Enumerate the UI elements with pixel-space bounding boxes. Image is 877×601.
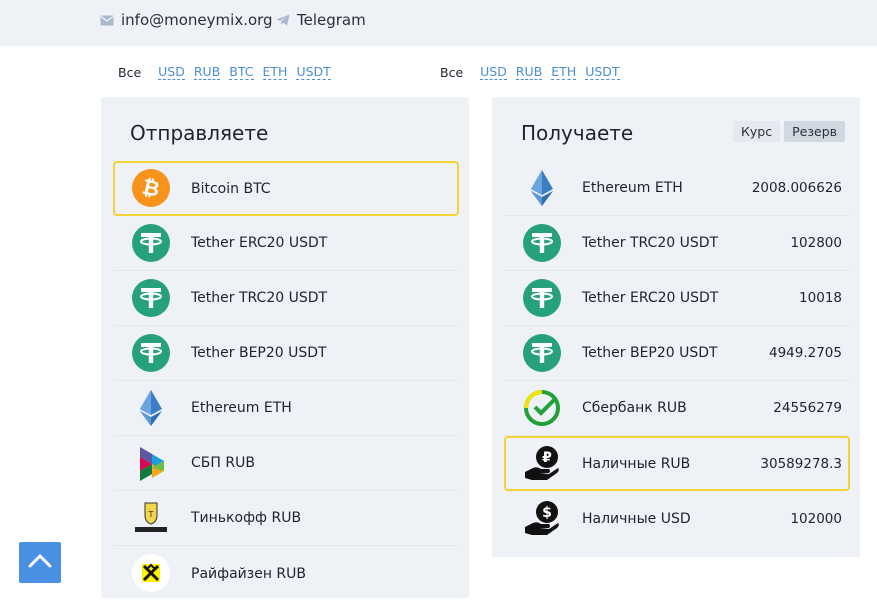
send-item-label: Tether TRC20 USDT	[191, 290, 328, 306]
bitcoin-icon: ₿	[132, 169, 170, 207]
receive-item-tether-erc20[interactable]: Tether ERC20 USDT 10018	[504, 271, 850, 326]
sbp-icon	[132, 444, 170, 482]
filter-all[interactable]: Все	[440, 65, 463, 80]
receive-item-reserve: 10018	[799, 290, 842, 306]
receive-panel-title: Получаете	[521, 121, 634, 145]
sberbank-icon	[523, 389, 561, 427]
filter-rub[interactable]: RUB	[193, 64, 221, 80]
tether-icon	[523, 224, 561, 262]
send-item-tether-erc20[interactable]: Tether ERC20 USDT	[113, 216, 459, 271]
send-item-tether-trc20[interactable]: Tether TRC20 USDT	[113, 271, 459, 326]
send-item-label: Bitcoin BTC	[191, 180, 271, 197]
svg-text:Т: Т	[148, 510, 154, 519]
filter-eth[interactable]: ETH	[551, 64, 577, 80]
mail-icon	[100, 15, 114, 26]
chevron-up-icon	[28, 553, 52, 572]
receive-currency-filter: Все USD RUB ETH USDT	[440, 64, 629, 80]
receive-item-reserve: 102000	[790, 510, 842, 527]
filter-usd[interactable]: USD	[158, 64, 185, 80]
tab-reserve[interactable]: Резерв	[784, 121, 845, 142]
receive-item-tether-trc20[interactable]: Tether TRC20 USDT 102800	[504, 216, 850, 271]
svg-text:$: $	[542, 505, 552, 521]
raiffeisen-icon	[132, 554, 170, 592]
top-bar: info@moneymix.org Telegram	[0, 0, 877, 46]
filter-usdt[interactable]: USDT	[296, 64, 331, 80]
send-item-tinkoff-rub[interactable]: Т Тинькофф RUB	[113, 491, 459, 546]
receive-item-label: Сбербанк RUB	[582, 400, 687, 416]
receive-item-label: Tether BEP20 USDT	[582, 345, 718, 361]
receive-item-reserve: 30589278.3	[760, 455, 842, 472]
receive-item-reserve: 2008.006626	[751, 180, 842, 196]
scroll-to-top-button[interactable]	[19, 542, 61, 583]
tinkoff-icon: Т	[132, 499, 170, 537]
receive-item-reserve: 24556279	[773, 400, 842, 416]
receive-item-label: Tether TRC20 USDT	[582, 235, 719, 251]
send-item-label: Тинькофф RUB	[191, 510, 302, 526]
receive-mode-tabs: Курс Резерв	[733, 121, 845, 142]
receive-item-ethereum-eth[interactable]: Ethereum ETH 2008.006626	[504, 161, 850, 216]
send-currency-filter: Все USD RUB BTC ETH USDT	[118, 64, 340, 80]
email-text: info@moneymix.org	[121, 11, 273, 29]
receive-item-reserve: 102800	[790, 235, 842, 251]
send-item-raiffeisen-rub[interactable]: Райфайзен RUB	[113, 546, 459, 601]
send-item-label: Tether BEP20 USDT	[191, 345, 327, 361]
receive-item-cash-rub[interactable]: ₽ Наличные RUB 30589278.3	[504, 436, 850, 491]
receive-item-label: Ethereum ETH	[582, 180, 683, 196]
receive-item-label: Наличные USD	[582, 510, 691, 527]
receive-item-tether-bep20[interactable]: Tether BEP20 USDT 4949.2705	[504, 326, 850, 381]
send-item-tether-bep20[interactable]: Tether BEP20 USDT	[113, 326, 459, 381]
send-panel: Отправляете ₿ Bitcoin BTC Tether ERC20 U…	[101, 97, 469, 598]
send-item-label: Ethereum ETH	[191, 400, 292, 416]
ethereum-icon	[132, 389, 170, 427]
filter-usd[interactable]: USD	[480, 64, 507, 80]
receive-item-sberbank-rub[interactable]: Сбербанк RUB 24556279	[504, 381, 850, 436]
send-item-label: Tether ERC20 USDT	[191, 235, 328, 251]
email-contact[interactable]: info@moneymix.org	[100, 11, 273, 29]
receive-panel: Получаете Курс Резерв Ethereum ETH 2008.…	[492, 97, 860, 557]
tether-icon	[132, 334, 170, 372]
filter-all[interactable]: Все	[118, 65, 141, 80]
tether-icon	[523, 279, 561, 317]
tether-icon	[132, 224, 170, 262]
svg-text:₽: ₽	[542, 450, 552, 466]
filter-usdt[interactable]: USDT	[585, 64, 620, 80]
send-panel-title: Отправляете	[130, 121, 269, 145]
cash-usd-icon: $	[523, 499, 561, 537]
tab-rate[interactable]: Курс	[733, 121, 781, 142]
send-list: ₿ Bitcoin BTC Tether ERC20 USDT Tether T…	[113, 161, 459, 601]
cash-rub-icon: ₽	[523, 444, 561, 482]
send-item-bitcoin-btc[interactable]: ₿ Bitcoin BTC	[113, 161, 459, 216]
send-item-label: Райфайзен RUB	[191, 565, 307, 582]
receive-item-label: Наличные RUB	[582, 455, 691, 472]
send-item-label: СБП RUB	[191, 455, 255, 471]
send-item-sbp-rub[interactable]: СБП RUB	[113, 436, 459, 491]
telegram-text: Telegram	[297, 11, 366, 29]
filter-btc[interactable]: BTC	[229, 64, 254, 80]
receive-item-reserve: 4949.2705	[768, 345, 842, 361]
ethereum-icon	[523, 169, 561, 207]
receive-list: Ethereum ETH 2008.006626 Tether TRC20 US…	[504, 161, 850, 546]
telegram-contact[interactable]: Telegram	[276, 11, 366, 29]
filter-eth[interactable]: ETH	[262, 64, 288, 80]
tether-icon	[132, 279, 170, 317]
receive-item-label: Tether ERC20 USDT	[582, 290, 719, 306]
filter-rub[interactable]: RUB	[515, 64, 543, 80]
tether-icon	[523, 334, 561, 372]
receive-item-cash-usd[interactable]: $ Наличные USD 102000	[504, 491, 850, 546]
send-item-ethereum-eth[interactable]: Ethereum ETH	[113, 381, 459, 436]
telegram-icon	[276, 14, 290, 26]
